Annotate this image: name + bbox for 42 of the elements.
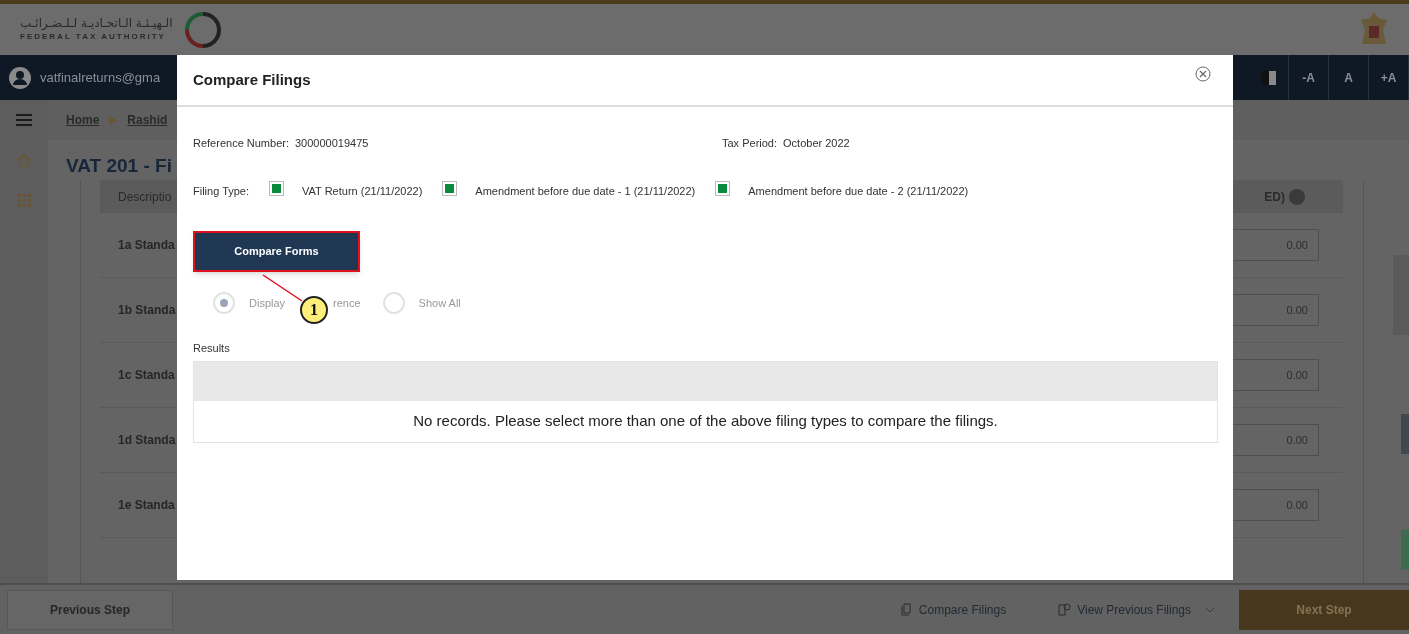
authority-english-name: FEDERAL TAX AUTHORITY [20, 31, 166, 43]
dialog-title: Compare Filings [193, 69, 311, 90]
authority-arabic-name: الـهيـئـة الـاتحـاديـة لـلـضـرائـب [20, 16, 173, 31]
breadcrumb-arrow-icon [109, 115, 118, 125]
document-clock-icon [1058, 603, 1072, 616]
page-title: VAT 201 - Fi [66, 154, 172, 178]
radio-button[interactable] [382, 292, 405, 314]
radio-button[interactable] [213, 292, 235, 314]
contrast-icon [1260, 69, 1277, 86]
documents-icon [900, 603, 913, 616]
checkbox[interactable] [442, 181, 458, 197]
results-label: Results [193, 341, 231, 356]
row-label: 1d Standa [118, 432, 176, 449]
reference-number-value: 300000019475 [295, 136, 369, 151]
checkbox[interactable] [269, 181, 285, 197]
filing-type-label: Filing Type: [193, 183, 250, 199]
reference-number-label: Reference Number: [193, 136, 289, 151]
radio-label: Display [249, 295, 286, 311]
filing-type-option: Amendment before due date - 2 (21/11/2022) [748, 182, 969, 199]
close-icon[interactable] [1195, 66, 1211, 82]
checkbox[interactable] [715, 181, 731, 197]
radio-label: Show All [418, 295, 461, 311]
row-label: 1c Standa [118, 367, 175, 384]
chevron-down-icon [1205, 606, 1215, 613]
filing-type-option: Amendment before due date - 1 (21/11/2022) [475, 182, 696, 199]
compare-forms-button[interactable]: Compare Forms [193, 231, 360, 272]
empty-results-message: No records. Please select more than one of the above filing types to compare the filings. [413, 410, 998, 431]
row-label: 1a Standa [118, 237, 175, 254]
filing-type-option: VAT Return (21/11/2022) [302, 182, 423, 199]
menu-icon[interactable] [16, 114, 32, 126]
user-avatar-icon [8, 65, 32, 90]
view-previous-filings-button[interactable]: View Previous Filings [1058, 600, 1215, 619]
next-step-button[interactable]: Next Step [1239, 589, 1409, 630]
radio-label: rence [333, 295, 361, 311]
previous-step-button[interactable]: Previous Step [7, 589, 173, 630]
info-icon[interactable] [1289, 188, 1305, 205]
compare-filings-button[interactable]: Compare Filings [900, 600, 1007, 619]
user-email: vatfinalreturns@gma [40, 68, 161, 87]
tax-period-label: Tax Period: [722, 136, 778, 151]
row-label: 1b Standa [118, 302, 176, 319]
row-label: 1e Standa [118, 497, 175, 514]
tax-period-value: October 2022 [783, 136, 850, 151]
